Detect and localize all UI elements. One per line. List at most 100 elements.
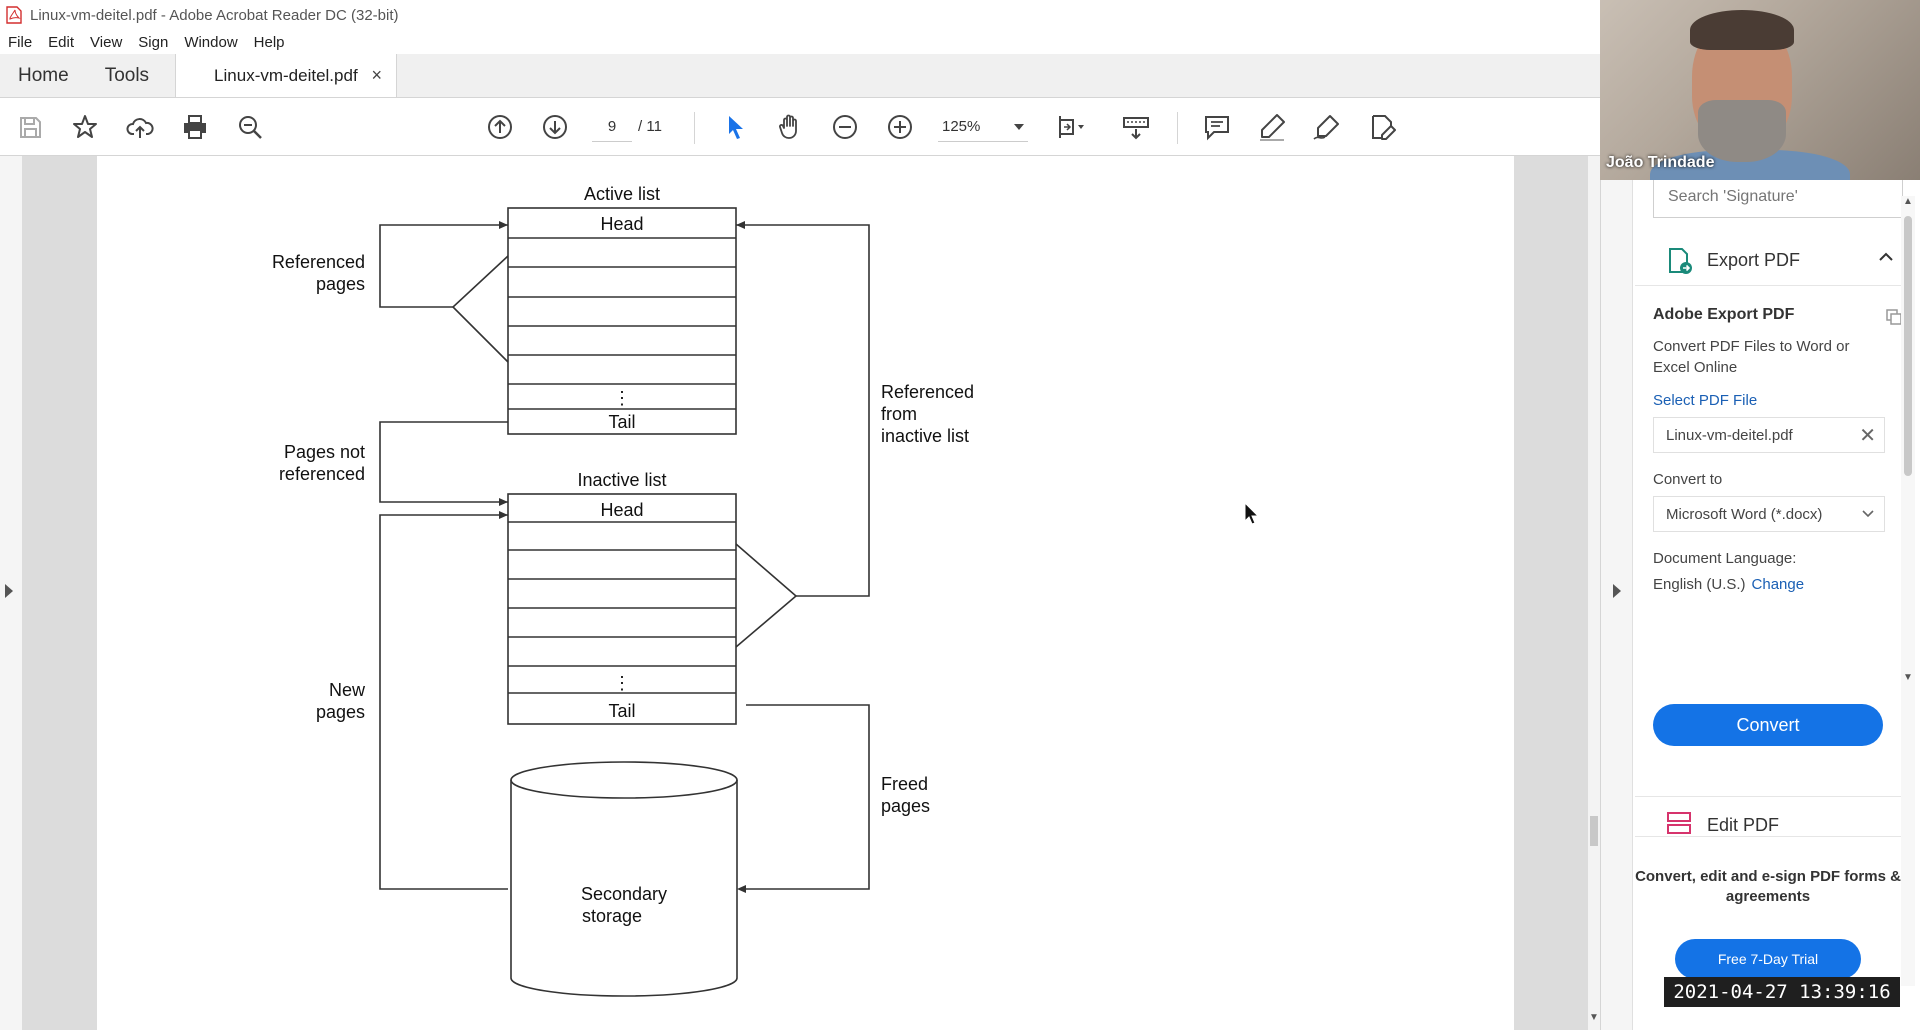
tools-pane-scrollbar[interactable]: ▲ ▼ [1901,196,1915,986]
tab-document[interactable]: Linux-vm-deitel.pdf × [175,54,398,97]
highlight-button[interactable] [1254,109,1290,145]
hand-icon [779,114,797,139]
menu-window[interactable]: Window [184,34,237,51]
document-viewport[interactable]: Active list Head ⋮ Tail Inactive list He… [0,156,1600,1030]
title-bar: Linux-vm-deitel.pdf - Adobe Acrobat Read… [0,0,1600,30]
selected-file-field[interactable]: Linux-vm-deitel.pdf ✕ [1653,417,1885,453]
active-dots-label: ⋮ [613,388,631,408]
secondary-storage-label-1: Secondary [581,884,667,904]
export-pdf-icon [1669,247,1692,274]
plus-circle-icon [888,115,912,139]
zoom-search-icon [239,116,262,139]
pages-not-referenced-label-1: Pages not [284,442,365,462]
arrow-up-circle-icon [488,115,512,139]
chevron-down-icon [1862,510,1874,518]
sign-button[interactable] [1309,109,1345,145]
menu-view[interactable]: View [90,34,122,51]
export-pdf-title: Export PDF [1707,250,1801,270]
referenced-pages-label-2: pages [316,274,365,294]
scroll-up-icon[interactable]: ▲ [1903,196,1913,207]
scroll-mode-button[interactable] [1118,109,1154,145]
convert-to-label: Convert to [1653,471,1723,488]
menu-file[interactable]: File [8,34,32,51]
convert-format-select[interactable]: Microsoft Word (*.docx) [1653,496,1885,532]
keyboard-scroll-icon [1123,117,1149,140]
hand-tool-button[interactable] [772,109,808,145]
star-icon [73,115,97,138]
toolbar-divider [694,112,695,144]
cloud-upload-icon [126,118,154,138]
linux-page-replacement-diagram: Active list Head ⋮ Tail Inactive list He… [272,184,974,997]
secondary-storage-label-2: storage [582,906,642,926]
caret-down-icon [1014,123,1024,130]
bookmark-button[interactable] [67,109,103,145]
webcam-person-beard [1698,100,1786,162]
selected-file-name: Linux-vm-deitel.pdf [1666,426,1793,444]
menu-edit[interactable]: Edit [48,34,74,51]
edit-pdf-tool[interactable]: Edit PDF [1635,796,1901,836]
document-language: Document Language: English (U.S.) Change [1653,546,1903,598]
comment-icon [1205,116,1229,141]
zoom-in-button[interactable] [882,109,918,145]
scroll-down-icon[interactable]: ▼ [1903,672,1913,683]
chevron-up-icon[interactable] [1879,252,1893,262]
page-total: / 11 [638,118,662,135]
select-pdf-file-link[interactable]: Select PDF File [1653,392,1903,409]
minus-circle-icon [833,115,857,139]
edit-pdf-label: Edit PDF [1707,815,1780,835]
export-pdf-body: Adobe Export PDF Convert PDF Files to Wo… [1653,306,1903,598]
mouse-cursor-icon [1244,502,1260,525]
referenced-from-label-2: from [881,404,917,424]
comment-button[interactable] [1199,109,1235,145]
tab-tools[interactable]: Tools [87,54,167,97]
page-fit-button[interactable] [1052,109,1088,145]
recording-timestamp: 2021-04-27 13:39:16 [1664,977,1900,1007]
clear-file-icon[interactable]: ✕ [1859,423,1876,448]
next-page-button[interactable] [537,109,573,145]
tool-search-box[interactable] [1653,176,1903,218]
inactive-list-label: Inactive list [577,470,666,490]
previous-page-button[interactable] [482,109,518,145]
select-tool-button[interactable] [717,109,753,145]
menu-help[interactable]: Help [254,34,285,51]
share-edit-button[interactable] [1364,109,1400,145]
print-button[interactable] [177,109,213,145]
expand-left-panel-icon[interactable] [5,584,13,598]
freed-pages-label-2: pages [881,796,930,816]
close-tab-icon[interactable]: × [372,65,383,86]
zoom-level-value: 125% [942,118,981,135]
find-button[interactable] [232,109,268,145]
scroll-down-icon[interactable]: ▼ [1589,1012,1599,1023]
export-pdf-header[interactable]: Export PDF [1635,236,1907,286]
page-number-input[interactable] [592,112,632,142]
pdf-file-icon [6,6,22,24]
document-scrollbar[interactable]: ▼ [1588,156,1600,1030]
tools-pane-scroll-thumb[interactable] [1904,216,1912,476]
main-toolbar: / 11 125% [0,98,1600,156]
referenced-pages-label-1: Referenced [272,252,365,272]
free-trial-button[interactable]: Free 7-Day Trial [1675,939,1861,979]
left-nav-collapse[interactable] [0,156,22,1030]
toolbar-divider [1177,112,1178,144]
tool-search-input[interactable] [1668,187,1888,206]
highlighter-icon [1260,114,1285,141]
document-scroll-thumb[interactable] [1590,816,1598,846]
tab-home[interactable]: Home [0,54,87,97]
upload-button[interactable] [122,109,158,145]
tools-pane-collapse[interactable] [1601,156,1633,1030]
webcam-person-hair [1690,10,1794,50]
active-list-label: Active list [584,184,660,204]
document-tab-label: Linux-vm-deitel.pdf [214,65,358,85]
tools-pane: Export PDF Adobe Export PDF Convert PDF … [1600,156,1920,1030]
zoom-out-button[interactable] [827,109,863,145]
zoom-level-dropdown[interactable]: 125% [938,112,1028,142]
change-language-link[interactable]: Change [1752,576,1805,593]
save-button[interactable] [12,109,48,145]
menu-sign[interactable]: Sign [138,34,168,51]
window-title: Linux-vm-deitel.pdf - Adobe Acrobat Read… [30,6,399,24]
collapse-pane-icon[interactable] [1613,584,1621,598]
convert-button[interactable]: Convert [1653,704,1883,746]
pen-sign-icon [1313,115,1339,140]
save-icon [20,117,41,138]
acrobat-window: Linux-vm-deitel.pdf - Adobe Acrobat Read… [0,0,1920,1030]
